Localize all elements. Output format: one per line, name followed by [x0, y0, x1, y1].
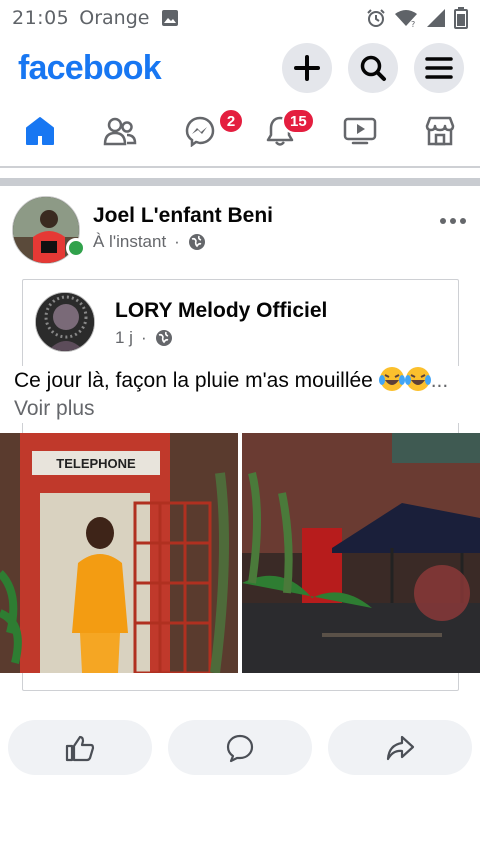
post-time[interactable]: À l'instant: [93, 232, 166, 252]
comment-icon: [226, 734, 254, 762]
see-more-link[interactable]: Voir plus: [14, 397, 95, 420]
tab-watch[interactable]: [320, 100, 400, 162]
status-time: 21:05: [12, 7, 70, 29]
feed-separator: [0, 178, 480, 186]
tab-home[interactable]: [0, 100, 80, 162]
post-header: Joel L'enfant Beni À l'instant ·: [12, 196, 468, 266]
thumbs-up-icon: [65, 735, 95, 761]
search-button[interactable]: [348, 43, 398, 93]
post-actions: [8, 720, 472, 776]
plus-icon: [294, 55, 320, 81]
wifi-icon: ?: [395, 10, 417, 28]
hamburger-menu-icon: [425, 57, 453, 79]
tab-friends[interactable]: [80, 100, 160, 162]
comment-button[interactable]: [168, 720, 312, 775]
tab-marketplace[interactable]: [400, 100, 480, 162]
app-header: facebook: [0, 40, 480, 96]
post-options-button[interactable]: [440, 218, 466, 224]
tab-notifications[interactable]: 15: [240, 100, 320, 162]
video-icon: [343, 117, 377, 145]
globe-icon: [188, 234, 205, 250]
battery-icon: [454, 7, 468, 29]
more-dot: [450, 218, 456, 224]
laughing-tears-emoji-icon: [404, 367, 431, 391]
search-icon: [360, 55, 386, 81]
status-bar: 21:05 Orange ?: [0, 0, 480, 36]
online-status-dot: [66, 238, 86, 258]
like-button[interactable]: [8, 720, 152, 775]
shared-post-time[interactable]: 1 j: [115, 328, 133, 348]
post-caption: Ce jour là, façon la pluie m'as mouillée…: [14, 366, 470, 423]
laughing-tears-emoji-icon: [378, 367, 405, 391]
svg-text:?: ?: [411, 20, 415, 28]
see-more-prefix: ...: [430, 369, 449, 392]
marketplace-icon: [425, 116, 455, 146]
globe-icon: [155, 330, 172, 346]
messenger-icon: [185, 116, 215, 147]
meta-separator: ·: [140, 328, 147, 347]
post-photo[interactable]: TELEPHONE: [0, 433, 238, 673]
friends-icon: [103, 117, 137, 146]
shared-post-header: LORY Melody Officiel 1 j ·: [35, 292, 445, 358]
status-carrier: Orange: [79, 7, 150, 29]
nav-tabs: 2 15: [0, 100, 480, 162]
more-dot: [460, 218, 466, 224]
share-button[interactable]: [328, 720, 472, 775]
post-author-name[interactable]: Joel L'enfant Beni: [93, 204, 273, 228]
signal-icon: [427, 9, 445, 27]
post-meta: À l'instant ·: [93, 232, 206, 252]
shared-author-avatar[interactable]: [35, 292, 95, 352]
alarm-icon: [367, 9, 385, 27]
shared-post-meta: 1 j ·: [115, 328, 173, 348]
menu-button[interactable]: [414, 43, 464, 93]
post-photos: TELEPHONE: [0, 433, 480, 673]
home-icon: [26, 117, 54, 145]
tabs-divider: [0, 166, 480, 168]
meta-separator: ·: [174, 232, 180, 251]
notifications-badge: 15: [282, 108, 315, 134]
create-button[interactable]: [282, 43, 332, 93]
more-dot: [440, 218, 446, 224]
share-icon: [386, 735, 415, 760]
svg-text:TELEPHONE: TELEPHONE: [56, 456, 136, 471]
gallery-icon: [162, 10, 179, 26]
shared-author-name[interactable]: LORY Melody Officiel: [115, 299, 327, 323]
caption-text: Ce jour là, façon la pluie m'as mouillée: [14, 369, 379, 392]
post-photo[interactable]: [242, 433, 480, 673]
facebook-logo[interactable]: facebook: [18, 49, 162, 88]
tab-messenger[interactable]: 2: [160, 100, 244, 162]
